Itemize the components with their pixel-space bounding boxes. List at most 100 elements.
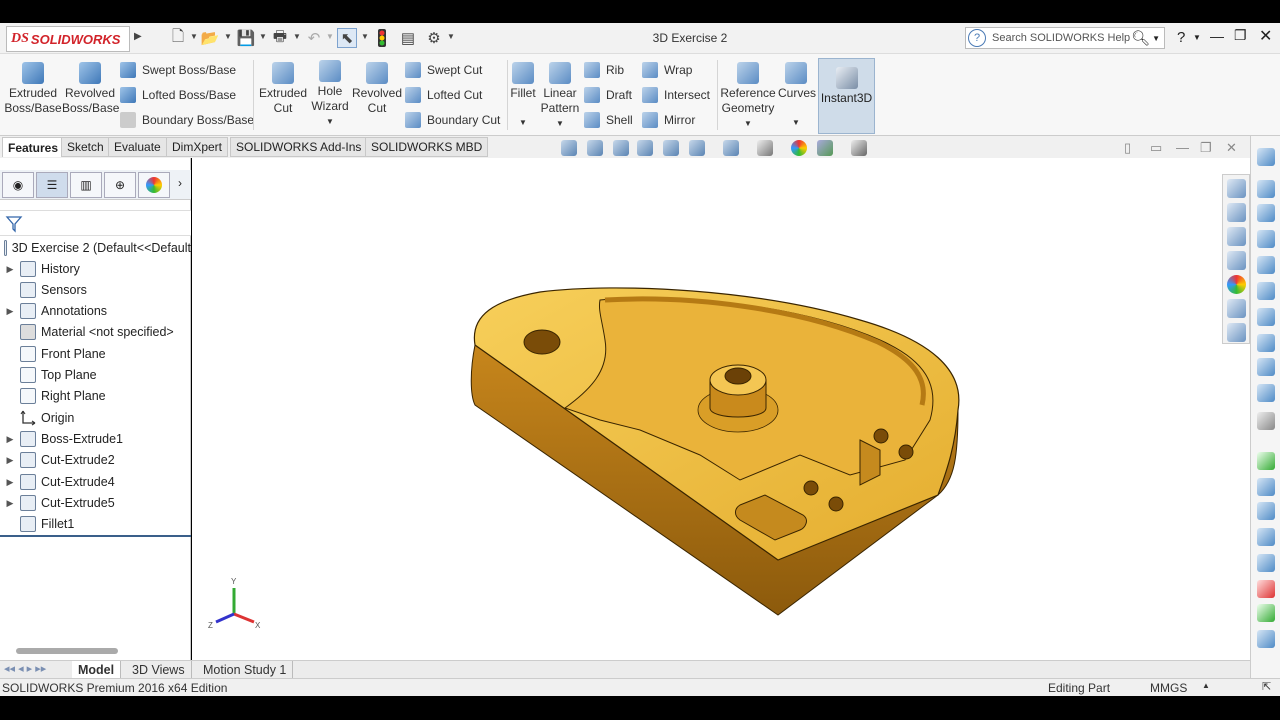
error-check-icon[interactable]	[1257, 580, 1275, 598]
tab-motion-study[interactable]: Motion Study 1	[197, 661, 294, 679]
boundary-boss-button[interactable]: Boundary Boss/Base	[120, 110, 254, 130]
intersect-button[interactable]: Intersect	[642, 85, 710, 105]
tree-item-cut-extrude2[interactable]: ▶ Cut-Extrude2	[0, 450, 191, 470]
chevron-down-icon[interactable]: ▼	[720, 116, 776, 131]
fillet-button[interactable]: Fillet ▼	[510, 60, 536, 130]
left-view-icon[interactable]	[1257, 230, 1275, 248]
chevron-down-icon[interactable]: ▼	[778, 115, 814, 130]
dynamic-annotation-icon[interactable]	[663, 140, 679, 156]
forum-icon[interactable]	[1227, 323, 1246, 342]
new-document-icon[interactable]: 🗋	[168, 28, 188, 48]
tree-filter-bar[interactable]	[0, 210, 191, 236]
chevron-down-icon[interactable]: ▼	[224, 32, 232, 41]
tab-mbd[interactable]: SOLIDWORKS MBD	[365, 137, 489, 157]
select-arrow-icon[interactable]: ⬉	[337, 28, 357, 48]
revolved-boss-button[interactable]: Revolved Boss/Base	[62, 60, 119, 116]
right-view-icon[interactable]	[1257, 256, 1275, 274]
checklist-icon[interactable]	[1257, 604, 1275, 622]
status-expand-icon[interactable]: ⇱	[1262, 680, 1271, 693]
reference-geometry-button[interactable]: Reference Geometry ▼	[720, 60, 776, 131]
restore-icon[interactable]: ❐	[1234, 27, 1247, 44]
file-properties-icon[interactable]: ▤	[398, 28, 418, 48]
tab-model[interactable]: Model	[72, 661, 122, 679]
chevron-down-icon[interactable]: ▼	[540, 116, 580, 131]
tab-3d-views[interactable]: 3D Views	[126, 661, 192, 679]
draft-button[interactable]: Draft	[584, 85, 632, 105]
expand-arrow-icon[interactable]: ▶	[4, 498, 16, 509]
measure-icon[interactable]	[1257, 412, 1275, 430]
configuration-manager-tab-icon[interactable]: ▥	[70, 172, 102, 198]
tree-item-front-plane[interactable]: Front Plane	[0, 344, 191, 364]
split-view-icon[interactable]: ▯	[1124, 140, 1131, 156]
swept-cut-button[interactable]: Swept Cut	[405, 60, 482, 80]
tree-root-part[interactable]: 3D Exercise 2 (Default<<Default	[0, 238, 191, 258]
tree-item-boss-extrude1[interactable]: ▶ Boss-Extrude1	[0, 429, 191, 449]
lofted-boss-button[interactable]: Lofted Boss/Base	[120, 85, 236, 105]
tree-item-right-plane[interactable]: Right Plane	[0, 386, 191, 406]
design-check-icon[interactable]	[1257, 630, 1275, 648]
zoom-to-area-icon[interactable]	[587, 140, 603, 156]
tab-dimxpert[interactable]: DimXpert	[166, 137, 229, 157]
section-view-icon[interactable]	[637, 140, 653, 156]
edit-appearance-icon[interactable]	[791, 140, 807, 156]
layout-icon[interactable]	[1227, 251, 1246, 270]
spell-check-icon[interactable]	[1257, 452, 1275, 470]
mass-properties-icon[interactable]	[1257, 502, 1275, 520]
tree-item-material[interactable]: Material <not specified>	[0, 322, 191, 342]
instant3d-button[interactable]: Instant3D	[818, 58, 875, 134]
restore-icon[interactable]: ❐	[1200, 140, 1212, 156]
home-view-icon[interactable]	[1227, 179, 1246, 198]
tab-sketch[interactable]: Sketch	[61, 137, 110, 157]
tile-icon[interactable]: ▭	[1150, 140, 1162, 156]
curves-button[interactable]: Curves ▼	[778, 60, 816, 130]
tab-evaluate[interactable]: Evaluate	[108, 137, 167, 157]
property-manager-tab-icon[interactable]: ☰	[36, 172, 68, 198]
feature-tree-tab-icon[interactable]: ◉	[2, 172, 34, 198]
apply-scene-icon[interactable]	[817, 140, 833, 156]
pin-icon[interactable]	[1257, 148, 1275, 166]
hide-show-items-icon[interactable]	[757, 140, 773, 156]
rollback-bar[interactable]	[0, 535, 191, 537]
minimize-icon[interactable]: —	[1210, 28, 1224, 44]
boundary-cut-button[interactable]: Boundary Cut	[405, 110, 500, 130]
front-view-icon[interactable]	[1257, 180, 1275, 198]
open-folder-icon[interactable]	[1227, 227, 1246, 246]
chevron-up-icon[interactable]: ▲	[1202, 681, 1210, 690]
tab-features[interactable]: Features	[2, 137, 65, 157]
lofted-cut-button[interactable]: Lofted Cut	[405, 85, 482, 105]
trimetric-view-icon[interactable]	[1257, 358, 1275, 376]
extruded-cut-button[interactable]: Extruded Cut	[256, 60, 310, 116]
units-selector[interactable]: MMGS	[1150, 681, 1187, 695]
undo-icon[interactable]: ↶	[304, 28, 324, 48]
print-icon[interactable]: 🖶	[270, 28, 290, 48]
isometric-view-icon[interactable]	[1257, 334, 1275, 352]
custom-properties-icon[interactable]	[1227, 299, 1246, 318]
minimize-icon[interactable]: —	[1176, 140, 1189, 155]
help-menu-button[interactable]: ?	[1177, 29, 1185, 46]
help-search-box[interactable]: ? Search SOLIDWORKS Help 🔍︎ ▼	[965, 27, 1165, 49]
view-orientation-icon[interactable]	[689, 140, 705, 156]
display-manager-tab-icon[interactable]	[138, 172, 170, 198]
tree-horizontal-scrollbar[interactable]	[16, 648, 118, 654]
display-style-icon[interactable]	[723, 140, 739, 156]
sketch-icon[interactable]	[1257, 528, 1275, 546]
expand-arrow-icon[interactable]: ▶	[4, 477, 16, 488]
view-settings-icon[interactable]	[851, 140, 867, 156]
chevron-down-icon[interactable]: ▼	[308, 114, 352, 129]
help-search-input[interactable]: Search SOLIDWORKS Help	[992, 32, 1131, 44]
chevron-down-icon[interactable]: ▼	[293, 32, 301, 41]
wrap-button[interactable]: Wrap	[642, 60, 692, 80]
top-view-icon[interactable]	[1257, 282, 1275, 300]
chevron-down-icon[interactable]: ▼	[326, 32, 334, 41]
mirror-button[interactable]: Mirror	[642, 110, 695, 130]
back-view-icon[interactable]	[1257, 204, 1275, 222]
linear-pattern-button[interactable]: Linear Pattern ▼	[540, 60, 580, 131]
open-folder-icon[interactable]: 📂	[200, 28, 220, 48]
chevron-down-icon[interactable]: ▼	[447, 32, 455, 41]
chevron-down-icon[interactable]: ▼	[510, 115, 536, 130]
tree-item-annotations[interactable]: ▶ Annotations	[0, 301, 191, 321]
appearances-icon[interactable]	[1227, 275, 1246, 294]
chevron-down-icon[interactable]: ▼	[259, 32, 267, 41]
expand-arrow-icon[interactable]: ▶	[4, 455, 16, 466]
tree-item-origin[interactable]: Origin	[0, 408, 191, 428]
